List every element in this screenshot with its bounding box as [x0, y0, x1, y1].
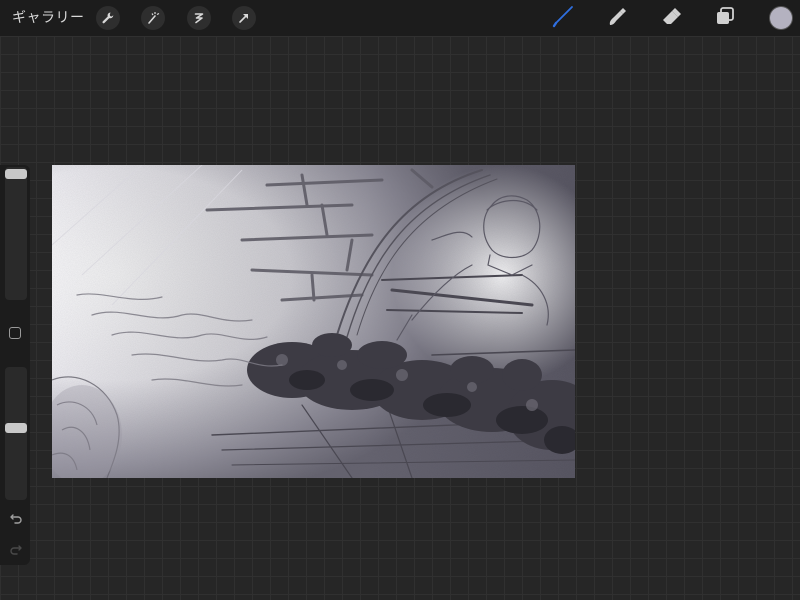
sketch-artwork: [52, 165, 575, 478]
selection-s-icon: [192, 11, 206, 25]
eraser-tool-button[interactable]: [658, 5, 684, 31]
brush-size-thumb[interactable]: [5, 169, 27, 179]
layers-icon: [714, 5, 736, 31]
actions-button[interactable]: [96, 6, 120, 30]
drawing-canvas[interactable]: [52, 165, 575, 478]
wrench-icon: [101, 11, 115, 25]
redo-icon: [9, 541, 23, 560]
color-picker-button[interactable]: [770, 7, 792, 29]
gallery-button[interactable]: ギャラリー: [12, 8, 85, 28]
opacity-thumb[interactable]: [5, 423, 27, 433]
left-sidebar: [0, 165, 30, 565]
redo-button[interactable]: [7, 541, 25, 559]
magic-wand-icon: [146, 11, 160, 25]
selection-button[interactable]: [187, 6, 211, 30]
undo-icon: [9, 510, 23, 529]
top-toolbar: ギャラリー: [0, 0, 800, 36]
brush-size-slider[interactable]: [5, 167, 27, 300]
paint-tool-button[interactable]: [550, 5, 576, 31]
modify-button[interactable]: [9, 327, 21, 339]
adjustments-button[interactable]: [141, 6, 165, 30]
brush-icon: [551, 4, 575, 32]
smudge-icon: [606, 5, 628, 31]
eraser-icon: [660, 5, 682, 31]
smudge-tool-button[interactable]: [604, 5, 630, 31]
undo-button[interactable]: [7, 510, 25, 528]
transform-button[interactable]: [232, 6, 256, 30]
opacity-slider[interactable]: [5, 367, 27, 500]
layers-button[interactable]: [712, 5, 738, 31]
arrow-cursor-icon: [237, 11, 251, 25]
